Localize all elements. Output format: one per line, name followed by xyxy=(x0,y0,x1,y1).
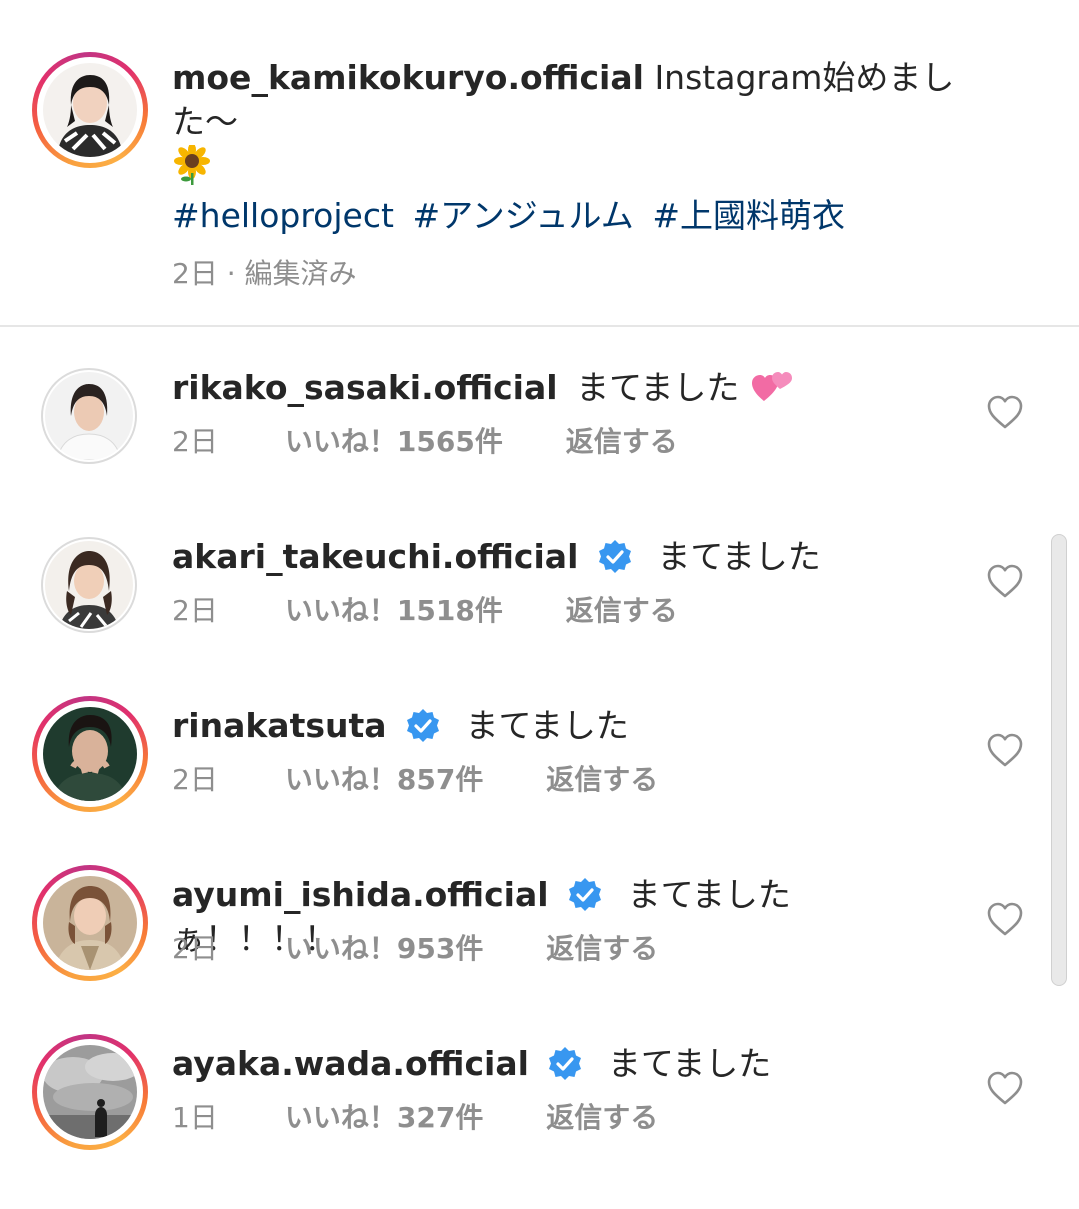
avatar-photo-ayumi xyxy=(43,876,137,970)
comment-time: 2日 xyxy=(172,594,218,627)
comment-avatar[interactable] xyxy=(41,537,137,633)
comment-time: 2日 xyxy=(172,425,218,458)
reply-button[interactable]: 返信する xyxy=(566,422,678,462)
comment-item: ayaka.wada.official まてました 1日 いいね！327件 返信… xyxy=(0,1034,1079,1209)
hashtag-link[interactable]: #アンジュルム xyxy=(412,196,633,235)
avatar-photo-rikako xyxy=(45,372,133,460)
post-username[interactable]: moe_kamikokuryo.official xyxy=(172,58,644,97)
verified-badge-icon xyxy=(549,1047,582,1080)
heart-icon[interactable] xyxy=(986,1070,1024,1106)
comment-username[interactable]: ayaka.wada.official xyxy=(172,1044,529,1083)
comment-meta: 2日 いいね！857件 返信する xyxy=(172,760,658,800)
post-time: 2日 xyxy=(172,257,218,290)
comment-avatar[interactable] xyxy=(32,696,148,812)
comment-text: まてました xyxy=(607,1044,772,1083)
caption-line: moe_kamikokuryo.official Instagram始めました〜 xyxy=(172,56,1012,188)
comment-avatar[interactable] xyxy=(32,865,148,981)
comment-avatar[interactable] xyxy=(32,1034,148,1150)
comment-time: 2日 xyxy=(172,763,218,796)
comment-item: ayumi_ishida.official まてましたぁ！！！！ 2日 いいね！… xyxy=(0,865,1079,1040)
post-author-avatar[interactable] xyxy=(32,52,148,168)
verified-badge-icon xyxy=(598,540,631,573)
reply-button[interactable]: 返信する xyxy=(566,591,678,631)
scrollbar[interactable] xyxy=(1051,534,1067,986)
comment-line: rikako_sasaki.official まてました xyxy=(172,366,932,410)
comment-text: まてました xyxy=(465,706,629,745)
avatar-photo-rina xyxy=(43,707,137,801)
comment-time: 1日 xyxy=(172,1101,218,1134)
comment-meta: 2日 いいね！1518件 返信する xyxy=(172,591,678,631)
edited-label: 編集済み xyxy=(244,257,357,290)
comment-line: rinakatsuta まてました xyxy=(172,704,932,748)
comment-meta: 2日 いいね！953件 返信する xyxy=(172,929,658,969)
comment-meta: 2日 いいね！1565件 返信する xyxy=(172,422,678,462)
comment-item: rikako_sasaki.official まてました 2日 いいね！1565… xyxy=(0,364,1079,533)
avatar-photo-akari xyxy=(45,541,133,629)
caption-meta: 2日 · 編集済み xyxy=(172,254,357,294)
hashtag-list: #helloproject #アンジュルム #上國料萌衣 xyxy=(172,194,853,238)
comment-likes[interactable]: いいね！857件 xyxy=(285,760,483,800)
heart-icon[interactable] xyxy=(986,901,1024,937)
comment-item: rinakatsuta まてました 2日 いいね！857件 返信する xyxy=(0,696,1079,871)
comment-username[interactable]: rinakatsuta xyxy=(172,706,387,745)
comment-likes[interactable]: いいね！1565件 xyxy=(285,422,503,462)
comment-line: akari_takeuchi.official まてました xyxy=(172,535,932,579)
comment-meta: 1日 いいね！327件 返信する xyxy=(172,1098,658,1138)
reply-button[interactable]: 返信する xyxy=(546,760,658,800)
post-caption: moe_kamikokuryo.official Instagram始めました〜 xyxy=(0,0,1079,326)
reply-button[interactable]: 返信する xyxy=(546,929,658,969)
heart-icon[interactable] xyxy=(986,394,1024,430)
caption-divider xyxy=(0,325,1079,327)
comment-avatar[interactable] xyxy=(41,368,137,464)
comment-likes[interactable]: いいね！1518件 xyxy=(285,591,503,631)
avatar-photo-moe xyxy=(43,63,137,157)
comment-text: まてました xyxy=(657,537,821,576)
hashtag-link[interactable]: #上國料萌衣 xyxy=(652,196,845,235)
meta-separator: · xyxy=(226,257,236,290)
comment-time: 2日 xyxy=(172,932,218,965)
avatar-photo-ayaka xyxy=(43,1045,137,1139)
reply-button[interactable]: 返信する xyxy=(546,1098,658,1138)
comment-likes[interactable]: いいね！953件 xyxy=(285,929,483,969)
verified-badge-icon xyxy=(407,709,440,742)
comment-item: akari_takeuchi.official まてました 2日 いいね！151… xyxy=(0,533,1079,702)
comment-username[interactable]: akari_takeuchi.official xyxy=(172,537,578,576)
hashtag-link[interactable]: #helloproject xyxy=(172,196,394,235)
heart-icon[interactable] xyxy=(986,563,1024,599)
comment-line: ayaka.wada.official まてました xyxy=(172,1042,932,1086)
comment-username[interactable]: rikako_sasaki.official xyxy=(172,368,558,407)
sunflower-emoji-icon xyxy=(174,145,210,185)
comment-text: まてました xyxy=(576,368,740,407)
heart-icon[interactable] xyxy=(986,732,1024,768)
verified-badge-icon xyxy=(569,878,602,911)
comment-username[interactable]: ayumi_ishida.official xyxy=(172,875,549,914)
comment-likes[interactable]: いいね！327件 xyxy=(285,1098,483,1138)
two-hearts-emoji-icon xyxy=(751,372,792,401)
